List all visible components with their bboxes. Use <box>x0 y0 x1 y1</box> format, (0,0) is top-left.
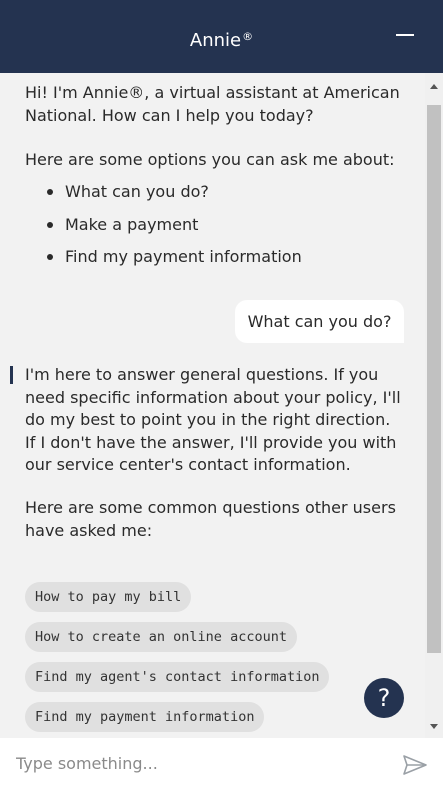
suggestion-chip[interactable]: Find my agent's contact information <box>25 662 330 692</box>
option-item: Make a payment <box>47 214 302 247</box>
message-input[interactable] <box>16 750 386 776</box>
registered-mark: ® <box>242 30 254 43</box>
options-intro: Here are some options you can ask me abo… <box>25 150 395 169</box>
minus-icon <box>396 34 414 36</box>
scroll-down-icon[interactable] <box>430 724 438 729</box>
chat-header: Annie® <box>0 0 443 73</box>
chat-scrollbar[interactable] <box>425 73 443 738</box>
suggestion-chip[interactable]: How to pay my bill <box>25 582 192 612</box>
bullet-icon <box>47 221 53 228</box>
options-list: What can you do? Make a payment Find my … <box>47 181 302 279</box>
option-label: Find my payment information <box>65 247 302 266</box>
suggestion-chip[interactable]: How to create an online account <box>25 622 297 652</box>
bullet-icon <box>47 254 53 260</box>
bullet-icon <box>47 189 53 195</box>
option-label: Make a payment <box>65 214 199 234</box>
scrollbar-thumb[interactable] <box>427 105 441 653</box>
send-icon[interactable] <box>400 753 430 777</box>
common-questions-intro: Here are some common questions other use… <box>25 498 396 540</box>
message-composer <box>0 738 443 787</box>
bot-greeting: Hi! I'm Annie®, a virtual assistant at A… <box>25 83 400 125</box>
help-button[interactable]: ? <box>364 678 404 718</box>
message-focus-indicator <box>10 366 13 384</box>
option-item: What can you do? <box>47 181 302 214</box>
chat-transcript: Hi! I'm Annie®, a virtual assistant at A… <box>0 73 425 738</box>
assistant-title: Annie® <box>0 0 443 73</box>
suggestion-chip[interactable]: Find my payment information <box>25 702 265 732</box>
user-message: What can you do? <box>235 300 404 343</box>
bot-reply: I'm here to answer general questions. If… <box>25 365 401 474</box>
question-icon: ? <box>377 684 391 712</box>
assistant-name: Annie <box>189 30 242 51</box>
scroll-up-icon[interactable] <box>430 84 438 89</box>
option-item: Find my payment information <box>47 246 302 279</box>
option-label: What can you do? <box>65 182 209 201</box>
